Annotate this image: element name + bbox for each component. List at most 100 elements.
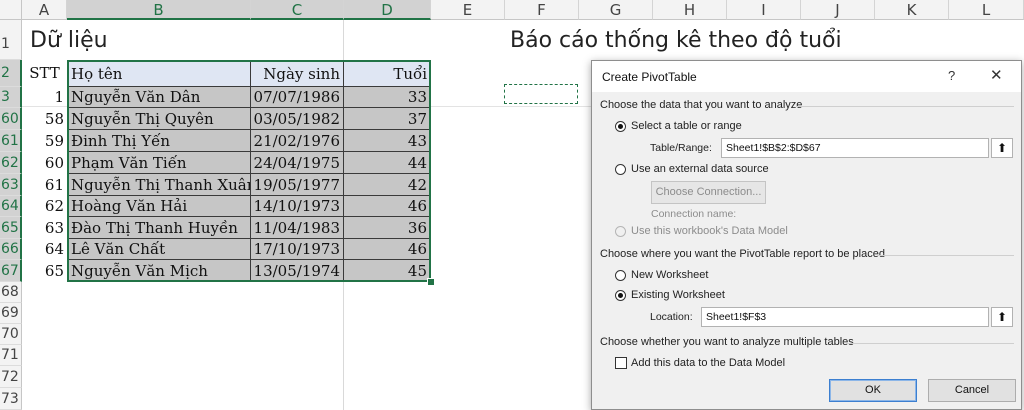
cell-name[interactable]: Nguyễn Thị Quyên xyxy=(67,108,251,130)
column-header-d[interactable]: D xyxy=(344,0,431,20)
radio-new-worksheet[interactable] xyxy=(615,270,626,281)
cell-name[interactable]: Lê Văn Chất xyxy=(67,239,251,260)
label-add-data-model[interactable]: Add this data to the Data Model xyxy=(631,357,785,369)
cell-dob[interactable]: 17/10/1973 xyxy=(251,239,344,260)
label-connection-name: Connection name: xyxy=(651,208,737,220)
dialog-titlebar[interactable]: Create PivotTable ? ✕ xyxy=(592,61,1021,92)
cell-stt[interactable]: 1 xyxy=(22,87,67,108)
cell-age[interactable]: 33 xyxy=(344,87,431,108)
cell-stt[interactable]: 60 xyxy=(22,152,67,174)
cell-dob[interactable]: 19/05/1977 xyxy=(251,174,344,196)
header-stt[interactable]: STT xyxy=(22,60,67,87)
choose-connection-button[interactable]: Choose Connection... xyxy=(651,181,766,204)
row-header-72[interactable]: 72 xyxy=(0,366,22,388)
cell-name[interactable]: Nguyễn Văn Mịch xyxy=(67,260,251,282)
section-data-source: Choose the data that you want to analyze xyxy=(600,99,803,111)
row-header-69[interactable]: 69 xyxy=(0,303,22,324)
radio-existing-worksheet[interactable] xyxy=(615,290,626,301)
cell-stt[interactable]: 59 xyxy=(22,130,67,152)
section-placement: Choose where you want the PivotTable rep… xyxy=(600,248,885,260)
row-header-64[interactable]: 64 xyxy=(0,196,22,217)
column-header-b[interactable]: B xyxy=(67,0,251,20)
cell-stt[interactable]: 64 xyxy=(22,239,67,260)
cell-age[interactable]: 45 xyxy=(344,260,431,282)
row-header-71[interactable]: 71 xyxy=(0,345,22,366)
radio-data-model[interactable] xyxy=(615,226,626,237)
cell-stt[interactable]: 61 xyxy=(22,174,67,196)
location-input[interactable]: Sheet1!$F$3 xyxy=(701,307,989,327)
row-header-73[interactable]: 73 xyxy=(0,388,22,410)
cell-name[interactable]: Đinh Thị Yến xyxy=(67,130,251,152)
column-header-c[interactable]: C xyxy=(251,0,344,20)
row-header-70[interactable]: 70 xyxy=(0,324,22,345)
column-header-l[interactable]: L xyxy=(949,0,1024,20)
collapse-arrow-icon[interactable]: ⬆ xyxy=(991,138,1013,158)
column-header-k[interactable]: K xyxy=(875,0,949,20)
cell-dob[interactable]: 13/05/1974 xyxy=(251,260,344,282)
column-header-a[interactable]: A xyxy=(22,0,67,20)
header-dob[interactable]: Ngày sinh xyxy=(251,60,344,87)
cell-name[interactable]: Nguyễn Thị Thanh Xuân xyxy=(67,174,251,196)
row-header-61[interactable]: 61 xyxy=(0,130,22,152)
cell-age[interactable]: 42 xyxy=(344,174,431,196)
row-header-66[interactable]: 66 xyxy=(0,239,22,260)
label-existing-worksheet[interactable]: Existing Worksheet xyxy=(631,289,725,301)
column-header-e[interactable]: E xyxy=(431,0,505,20)
table-range-input[interactable]: Sheet1!$B$2:$D$67 xyxy=(721,138,989,158)
cell-name[interactable]: Phạm Văn Tiến xyxy=(67,152,251,174)
label-new-worksheet[interactable]: New Worksheet xyxy=(631,269,708,281)
ok-button[interactable]: OK xyxy=(829,379,917,402)
row-header-63[interactable]: 63 xyxy=(0,174,22,196)
row-header-65[interactable]: 65 xyxy=(0,217,22,239)
cell-name[interactable]: Đào Thị Thanh Huyền xyxy=(67,217,251,239)
cell-stt[interactable]: 58 xyxy=(22,108,67,130)
cell-age[interactable]: 43 xyxy=(344,130,431,152)
cell-age[interactable]: 36 xyxy=(344,217,431,239)
row-header-67[interactable]: 67 xyxy=(0,260,22,282)
radio-external-source[interactable] xyxy=(615,164,626,175)
cell-dob[interactable]: 03/05/1982 xyxy=(251,108,344,130)
cell-name[interactable]: Hoàng Văn Hải xyxy=(67,196,251,217)
row-header-68[interactable]: 68 xyxy=(0,282,22,303)
column-header-g[interactable]: G xyxy=(579,0,653,20)
row-header-60[interactable]: 60 xyxy=(0,108,22,130)
cell-dob[interactable]: 21/02/1976 xyxy=(251,130,344,152)
column-header-h[interactable]: H xyxy=(653,0,727,20)
label-external-source[interactable]: Use an external data source xyxy=(631,163,769,175)
row-header-3[interactable]: 3 xyxy=(0,87,22,108)
row-header-62[interactable]: 62 xyxy=(0,152,22,174)
collapse-arrow-icon[interactable]: ⬆ xyxy=(991,307,1013,327)
row-header-1[interactable]: 1 xyxy=(0,20,22,60)
label-select-table[interactable]: Select a table or range xyxy=(631,120,742,132)
data-title: Dữ liệu xyxy=(30,28,108,53)
divider xyxy=(796,106,1014,107)
column-header-f[interactable]: F xyxy=(505,0,579,20)
row-header-2[interactable]: 2 xyxy=(0,60,22,87)
checkbox-add-data-model[interactable] xyxy=(615,357,627,369)
header-age[interactable]: Tuổi xyxy=(344,60,431,87)
divider xyxy=(877,255,1014,256)
fill-handle[interactable] xyxy=(427,278,435,286)
cell-stt[interactable]: 63 xyxy=(22,217,67,239)
cell-dob[interactable]: 11/04/1983 xyxy=(251,217,344,239)
cell-stt[interactable]: 65 xyxy=(22,260,67,282)
close-icon[interactable]: ✕ xyxy=(990,66,1003,84)
cell-dob[interactable]: 07/07/1986 xyxy=(251,87,344,108)
cell-dob[interactable]: 24/04/1975 xyxy=(251,152,344,174)
label-table-range: Table/Range: xyxy=(650,142,712,154)
cell-name[interactable]: Nguyễn Văn Dân xyxy=(67,87,251,108)
cell-dob[interactable]: 14/10/1973 xyxy=(251,196,344,217)
label-data-model[interactable]: Use this workbook's Data Model xyxy=(631,225,788,237)
column-header-j[interactable]: J xyxy=(801,0,875,20)
cancel-button[interactable]: Cancel xyxy=(928,379,1016,402)
column-header-i[interactable]: I xyxy=(727,0,801,20)
help-icon[interactable]: ? xyxy=(948,68,955,83)
radio-select-table[interactable] xyxy=(615,121,626,132)
cell-age[interactable]: 37 xyxy=(344,108,431,130)
select-all-corner[interactable] xyxy=(0,0,22,20)
cell-age[interactable]: 46 xyxy=(344,196,431,217)
cell-age[interactable]: 46 xyxy=(344,239,431,260)
header-name[interactable]: Họ tên xyxy=(67,60,251,87)
cell-age[interactable]: 44 xyxy=(344,152,431,174)
cell-stt[interactable]: 62 xyxy=(22,196,67,217)
